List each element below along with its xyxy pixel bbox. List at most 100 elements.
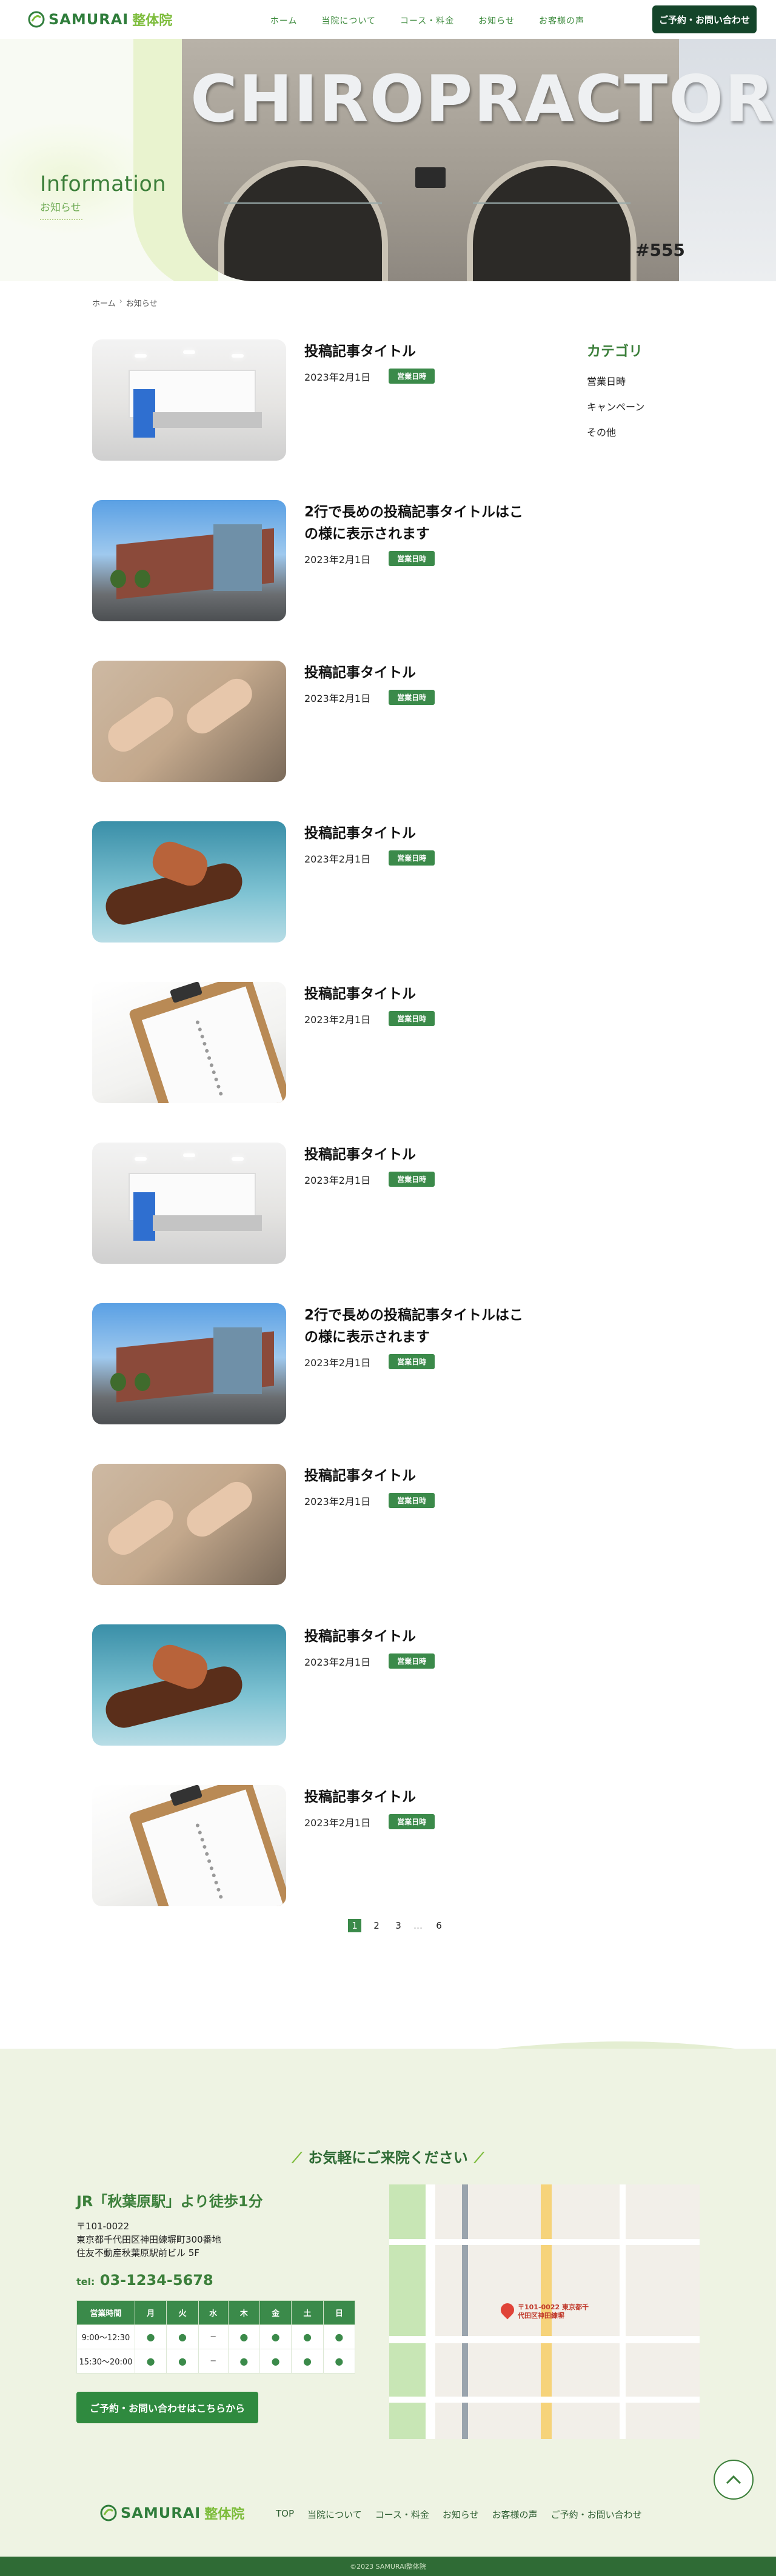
footer-nav-news[interactable]: お知らせ bbox=[443, 2508, 479, 2521]
post-category-tag[interactable]: 営業日時 bbox=[389, 1814, 435, 1829]
nav-news[interactable]: お知らせ bbox=[478, 15, 515, 27]
site-header: SAMURAI 整体院 ホーム 当院について コース・料金 お知らせ お客様の声… bbox=[0, 0, 776, 39]
hours-header-day: 土 bbox=[291, 2300, 324, 2325]
category-link-campaign[interactable]: キャンペーン bbox=[587, 399, 708, 413]
post-card[interactable]: 投稿記事タイトル 2023年2月1日 営業日時 bbox=[92, 339, 529, 461]
footer-nav-courses[interactable]: コース・料金 bbox=[375, 2508, 429, 2521]
page-link-2[interactable]: 2 bbox=[370, 1919, 383, 1932]
reservation-button[interactable]: ご予約・お問い合わせ bbox=[652, 5, 757, 33]
pagination: 1 2 3 … 6 bbox=[348, 1919, 446, 1932]
nav-home[interactable]: ホーム bbox=[270, 15, 298, 27]
hours-header-day: 月 bbox=[134, 2300, 167, 2325]
post-meta: 2023年2月1日 営業日時 bbox=[304, 1354, 435, 1369]
post-category-tag[interactable]: 営業日時 bbox=[389, 1493, 435, 1508]
post-title[interactable]: 投稿記事タイトル bbox=[304, 1144, 535, 1166]
post-card[interactable]: 投稿記事タイトル 2023年2月1日 営業日時 bbox=[92, 982, 529, 1103]
post-category-tag[interactable]: 営業日時 bbox=[389, 690, 435, 705]
post-title[interactable]: 投稿記事タイトル bbox=[304, 1786, 535, 1808]
footer-logo-suffix: 整体院 bbox=[204, 2507, 245, 2522]
scroll-to-top-button[interactable] bbox=[714, 2460, 754, 2500]
post-card[interactable]: 投稿記事タイトル 2023年2月1日 営業日時 bbox=[92, 1624, 529, 1746]
hours-cell: ● bbox=[323, 2349, 356, 2374]
post-card[interactable]: 投稿記事タイトル 2023年2月1日 営業日時 bbox=[92, 1464, 529, 1585]
footer-nav: TOP 当院について コース・料金 お知らせ お客様の声 ご予約・お問い合わせ bbox=[276, 2508, 642, 2521]
page-link-1[interactable]: 1 bbox=[348, 1919, 361, 1932]
post-card[interactable]: 投稿記事タイトル 2023年2月1日 営業日時 bbox=[92, 821, 529, 943]
page-link-3[interactable]: 3 bbox=[392, 1919, 405, 1932]
footer-contact-button[interactable]: ご予約・お問い合わせはこちらから bbox=[76, 2392, 258, 2423]
breadcrumb-home[interactable]: ホーム bbox=[92, 297, 116, 309]
post-category-tag[interactable]: 営業日時 bbox=[389, 1172, 435, 1187]
post-title[interactable]: 投稿記事タイトル bbox=[304, 1465, 535, 1487]
page-title-en: Information bbox=[40, 172, 167, 196]
nav-voices[interactable]: お客様の声 bbox=[539, 15, 584, 27]
hours-header-day: 金 bbox=[259, 2300, 292, 2325]
post-thumbnail[interactable] bbox=[92, 982, 286, 1103]
hours-header-day: 火 bbox=[166, 2300, 199, 2325]
post-thumbnail[interactable] bbox=[92, 821, 286, 943]
hours-time: 15:30〜20:00 bbox=[76, 2349, 135, 2374]
hours-cell: − bbox=[198, 2324, 229, 2349]
post-meta: 2023年2月1日 営業日時 bbox=[304, 1011, 435, 1026]
clinic-phone[interactable]: tel: 03-1234-5678 bbox=[76, 2272, 213, 2289]
hero-photo-sign: CHIROPRACTOR bbox=[190, 62, 775, 136]
post-date: 2023年2月1日 bbox=[304, 1013, 371, 1026]
footer-nav-top[interactable]: TOP bbox=[276, 2508, 294, 2521]
post-title[interactable]: 投稿記事タイトル bbox=[304, 341, 535, 362]
post-title[interactable]: 2行で長めの投稿記事タイトルはこの様に表示されます bbox=[304, 501, 535, 545]
post-title[interactable]: 投稿記事タイトル bbox=[304, 662, 535, 684]
site-logo[interactable]: SAMURAI 整体院 bbox=[28, 10, 172, 29]
post-category-tag[interactable]: 営業日時 bbox=[389, 1354, 435, 1369]
slash-decoration-icon: ⟋ bbox=[292, 2149, 303, 2166]
post-date: 2023年2月1日 bbox=[304, 1656, 371, 1668]
nav-courses[interactable]: コース・料金 bbox=[400, 15, 454, 27]
post-title[interactable]: 投稿記事タイトル bbox=[304, 983, 535, 1005]
post-category-tag[interactable]: 営業日時 bbox=[389, 551, 435, 566]
post-thumbnail[interactable] bbox=[92, 500, 286, 621]
post-meta: 2023年2月1日 営業日時 bbox=[304, 850, 435, 866]
post-card[interactable]: 2行で長めの投稿記事タイトルはこの様に表示されます 2023年2月1日 営業日時 bbox=[92, 1303, 529, 1424]
category-link-other[interactable]: その他 bbox=[587, 424, 708, 439]
post-thumbnail[interactable] bbox=[92, 1464, 286, 1585]
logo-mark-icon bbox=[100, 2504, 117, 2521]
location-map[interactable]: 〒101-0022 東京都千代田区神田練塀 bbox=[389, 2184, 700, 2439]
post-date: 2023年2月1日 bbox=[304, 1174, 371, 1186]
post-category-tag[interactable]: 営業日時 bbox=[389, 850, 435, 866]
post-card[interactable]: 投稿記事タイトル 2023年2月1日 営業日時 bbox=[92, 1785, 529, 1906]
post-category-tag[interactable]: 営業日時 bbox=[389, 1653, 435, 1669]
access-heading: JR「秋葉原駅」より徒歩1分 bbox=[76, 2193, 263, 2210]
map-pin-label: 〒101-0022 東京都千代田区神田練塀 bbox=[518, 2303, 589, 2320]
footer-logo-text: SAMURAI bbox=[121, 2504, 201, 2521]
post-title[interactable]: 投稿記事タイトル bbox=[304, 823, 535, 844]
post-card[interactable]: 投稿記事タイトル 2023年2月1日 営業日時 bbox=[92, 1143, 529, 1264]
post-category-tag[interactable]: 営業日時 bbox=[389, 1011, 435, 1026]
post-thumbnail[interactable] bbox=[92, 1785, 286, 1906]
footer-nav-voices[interactable]: お客様の声 bbox=[492, 2508, 538, 2521]
post-title[interactable]: 投稿記事タイトル bbox=[304, 1626, 535, 1647]
post-thumbnail[interactable] bbox=[92, 1143, 286, 1264]
hours-cell: ● bbox=[134, 2324, 167, 2349]
post-thumbnail[interactable] bbox=[92, 661, 286, 782]
post-card[interactable]: 2行で長めの投稿記事タイトルはこの様に表示されます 2023年2月1日 営業日時 bbox=[92, 500, 529, 621]
hours-row: 9:00〜12:30 ● ● − ● ● ● ● bbox=[76, 2324, 356, 2349]
hero-photo-number: #555 bbox=[635, 240, 685, 260]
hours-cell: − bbox=[198, 2349, 229, 2374]
post-thumbnail[interactable] bbox=[92, 1303, 286, 1424]
footer-nav-about[interactable]: 当院について bbox=[307, 2508, 362, 2521]
hours-cell: ● bbox=[259, 2349, 292, 2374]
page-hero: CHIROPRACTOR #555 Information お知らせ bbox=[0, 39, 776, 281]
post-title[interactable]: 2行で長めの投稿記事タイトルはこの様に表示されます bbox=[304, 1304, 535, 1348]
visit-heading: ⟋ お気軽にご来院ください ⟋ bbox=[292, 2149, 484, 2166]
post-category-tag[interactable]: 営業日時 bbox=[389, 369, 435, 384]
footer-logo[interactable]: SAMURAI 整体院 bbox=[100, 2503, 244, 2523]
post-card[interactable]: 投稿記事タイトル 2023年2月1日 営業日時 bbox=[92, 661, 529, 782]
footer-nav-contact[interactable]: ご予約・お問い合わせ bbox=[551, 2508, 642, 2521]
category-link-hours[interactable]: 営業日時 bbox=[587, 373, 708, 388]
post-thumbnail[interactable] bbox=[92, 339, 286, 461]
main-nav: ホーム 当院について コース・料金 お知らせ お客様の声 bbox=[270, 15, 584, 27]
page-link-last[interactable]: 6 bbox=[432, 1919, 446, 1932]
nav-about[interactable]: 当院について bbox=[321, 15, 376, 27]
post-thumbnail[interactable] bbox=[92, 1624, 286, 1746]
post-meta: 2023年2月1日 営業日時 bbox=[304, 369, 435, 384]
post-date: 2023年2月1日 bbox=[304, 1356, 371, 1369]
